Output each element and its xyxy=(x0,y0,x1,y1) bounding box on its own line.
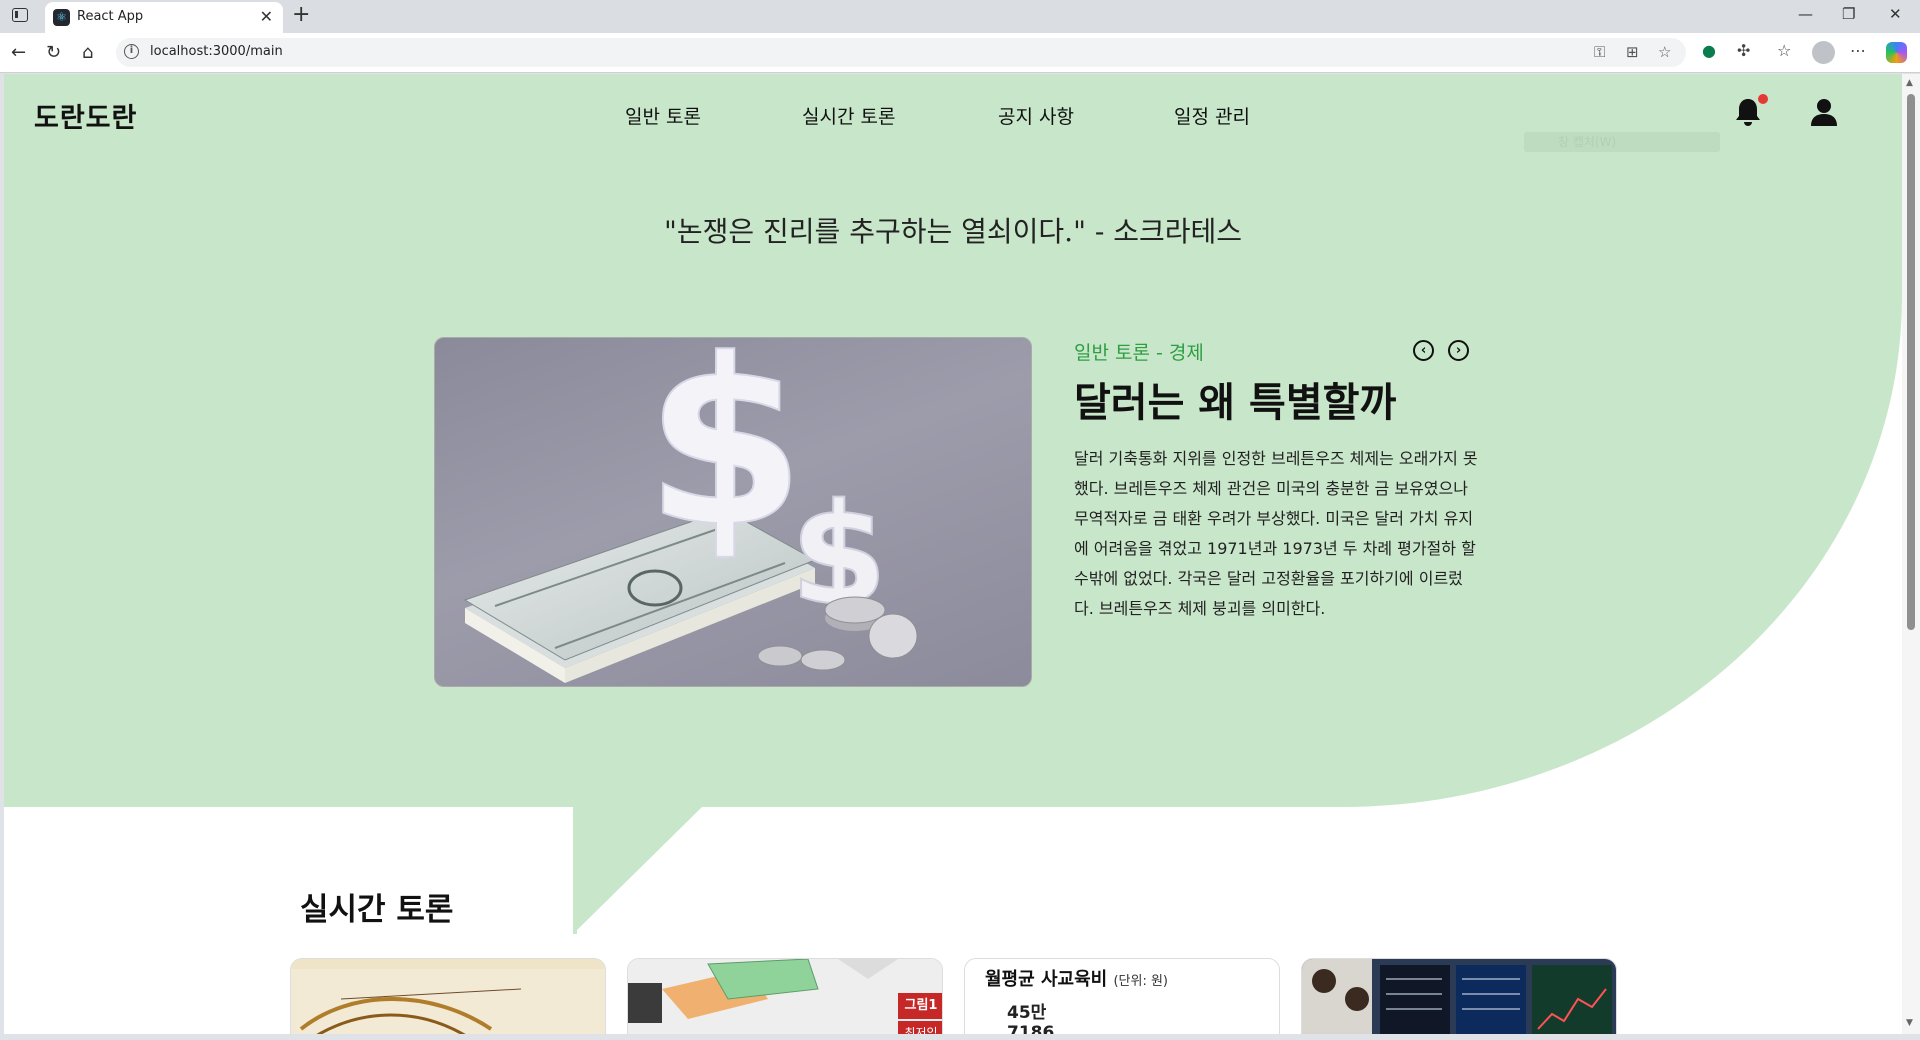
url-text[interactable]: localhost:3000/main xyxy=(150,44,283,59)
back-icon[interactable]: ← xyxy=(11,42,26,63)
notification-dot xyxy=(1758,94,1768,104)
copilot-icon[interactable] xyxy=(1886,42,1907,63)
realtime-card-4[interactable] xyxy=(1301,958,1617,1034)
browser-tab[interactable]: ⚛ React App ✕ xyxy=(45,2,283,33)
realtime-card-2[interactable]: 그림1 최저임 xyxy=(627,958,943,1034)
window-capture-overlay: 창 캡처(W) xyxy=(1524,132,1720,152)
browser-toolbar: ← ↻ ⌂ i localhost:3000/main ⚿ ⊞ ☆ ● ✣ ☆ … xyxy=(0,33,1920,73)
featured-category[interactable]: 일반 토론 - 경제 xyxy=(1074,338,1204,365)
featured-body: 달러 기축통화 지위를 인정한 브레튼우즈 체제는 오래가지 못했다. 브레튼우… xyxy=(1074,449,1478,618)
react-favicon-icon: ⚛ xyxy=(53,9,70,26)
minimize-icon[interactable]: — xyxy=(1798,5,1813,23)
address-bar[interactable]: i localhost:3000/main ⚿ ⊞ ☆ xyxy=(116,38,1686,67)
close-window-icon[interactable]: ✕ xyxy=(1889,5,1902,23)
realtime-section-title: 실시간 토론 xyxy=(300,892,454,928)
grammarly-icon[interactable]: ● xyxy=(1702,41,1716,60)
page-scrollbar[interactable]: ▲ ▼ xyxy=(1902,74,1920,1034)
user-profile-icon[interactable] xyxy=(1808,96,1840,128)
featured-image[interactable]: $ $ xyxy=(434,337,1032,687)
card-3-chart-value: 45만 7186 xyxy=(1007,1003,1055,1034)
profile-avatar[interactable] xyxy=(1812,41,1835,64)
scroll-down-icon[interactable]: ▼ xyxy=(1906,1018,1913,1028)
card-3-chart-title: 월평균 사교육비 (단위: 원) xyxy=(985,965,1168,991)
card-2-subbadge: 최저임 xyxy=(898,1021,942,1034)
card-2-image xyxy=(628,959,942,1034)
reload-icon[interactable]: ↻ xyxy=(46,42,61,63)
scroll-up-icon[interactable]: ▲ xyxy=(1906,78,1913,88)
sidebar-toggle-icon[interactable] xyxy=(12,8,28,22)
prev-arrow-icon[interactable]: ‹ xyxy=(1413,340,1434,361)
nav-schedule[interactable]: 일정 관리 xyxy=(1174,102,1250,129)
site-logo[interactable]: 도란도란 xyxy=(34,96,137,135)
key-icon[interactable]: ⚿ xyxy=(1594,43,1605,61)
featured-title[interactable]: 달러는 왜 특별할까 xyxy=(1074,370,1396,428)
svg-text:$: $ xyxy=(645,338,805,578)
scroll-thumb[interactable] xyxy=(1907,94,1915,630)
tab-title: React App xyxy=(77,9,144,24)
browser-titlebar: ⚛ React App ✕ + — ❐ ✕ xyxy=(0,0,1920,33)
more-menu-icon[interactable]: ⋯ xyxy=(1850,41,1866,60)
home-icon[interactable]: ⌂ xyxy=(82,42,93,63)
speech-tail xyxy=(573,806,703,934)
close-tab-icon[interactable]: ✕ xyxy=(260,7,273,26)
new-tab-icon[interactable]: + xyxy=(292,2,310,27)
nav-realtime-debate[interactable]: 실시간 토론 xyxy=(802,102,895,129)
favorites-icon[interactable]: ☆ xyxy=(1777,41,1791,60)
card-4-image xyxy=(1302,959,1616,1034)
nav-general-debate[interactable]: 일반 토론 xyxy=(625,102,701,129)
card-1-image xyxy=(291,959,605,1034)
realtime-card-1[interactable] xyxy=(290,958,606,1034)
card-2-badge: 그림1 xyxy=(898,993,942,1019)
next-arrow-icon[interactable]: › xyxy=(1448,340,1469,361)
favorite-star-icon[interactable]: ☆ xyxy=(1658,43,1671,61)
nav-notice[interactable]: 공지 사항 xyxy=(998,102,1074,129)
hero-quote: "논쟁은 진리를 추구하는 열쇠이다." - 소크라테스 xyxy=(663,215,1243,248)
card-3-chart-title-text: 월평균 사교육비 xyxy=(985,969,1108,990)
app-available-icon[interactable]: ⊞ xyxy=(1626,43,1639,61)
dollar-illustration: $ $ xyxy=(463,338,918,683)
realtime-card-3[interactable]: 월평균 사교육비 (단위: 원) 45만 7186 xyxy=(964,958,1280,1034)
extensions-icon[interactable]: ✣ xyxy=(1737,41,1750,60)
page-viewport: 도란도란 일반 토론 실시간 토론 공지 사항 일정 관리 창 캡처(W) "논… xyxy=(4,74,1902,1034)
card-3-chart-unit: (단위: 원) xyxy=(1113,974,1169,989)
site-info-icon[interactable]: i xyxy=(124,44,139,59)
restore-icon[interactable]: ❐ xyxy=(1842,5,1855,23)
